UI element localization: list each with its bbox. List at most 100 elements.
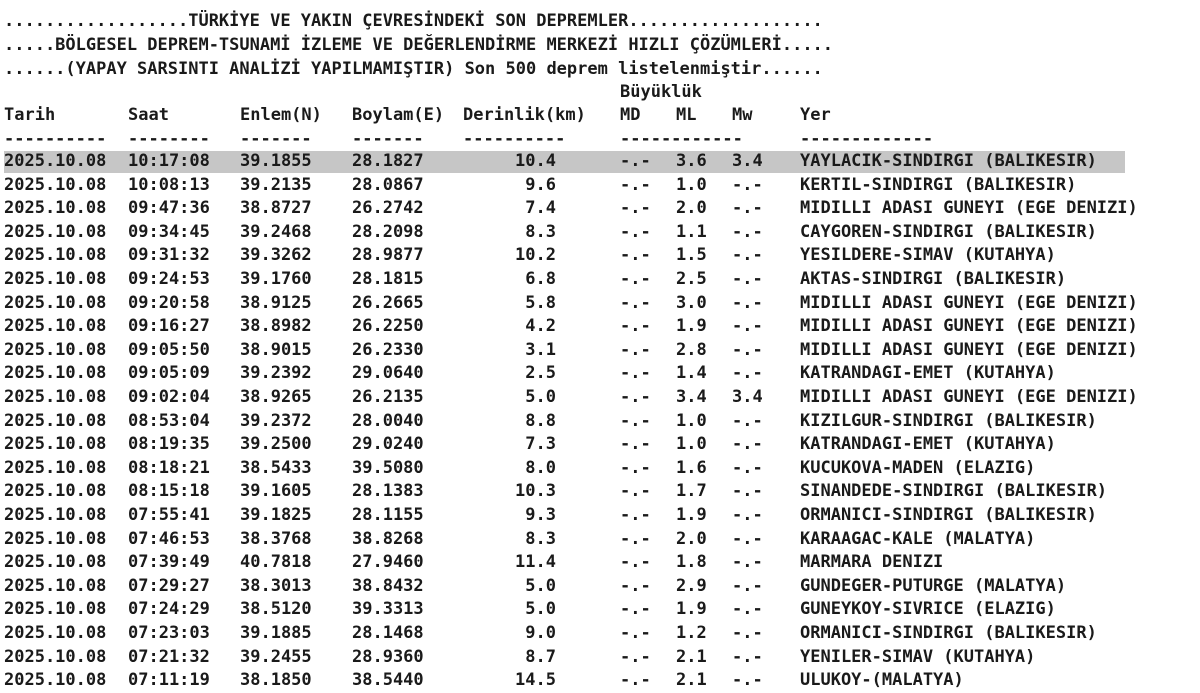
cell-md: -.-: [620, 481, 651, 502]
cell-saat: 07:23:03: [128, 623, 210, 643]
cell-boylam: 26.2330: [352, 339, 424, 360]
cell-tarih: 2025.10.08: [4, 481, 107, 502]
cell-yer: KIZILGUR-SINDIRGI (BALIKESIR): [800, 410, 1097, 431]
cell-derinlik: 8.7: [525, 646, 556, 667]
separator-boylam: -------: [352, 129, 424, 149]
table-row[interactable]: 2025.10.08 09:02:04 38.9265 26.2135 5.0 -.- 3.…: [0, 386, 1200, 410]
cell-ml: 2.0: [676, 528, 707, 549]
table-row[interactable]: 2025.10.08 08:18:21 38.5433 39.5080 8.0 -.- 1.…: [0, 457, 1200, 481]
cell-md: -.-: [620, 292, 651, 313]
table-row[interactable]: 2025.10.08 07:39:49 40.7818 27.9460 11.4 -.- 1…: [0, 551, 1200, 575]
table-row[interactable]: 2025.10.08 09:47:36 38.8727 26.2742 7.4 -.- 2.…: [0, 197, 1200, 221]
separator-enlem: -------: [240, 129, 312, 149]
cell-mw: -.-: [732, 575, 763, 596]
cell-enlem: 39.2372: [240, 410, 312, 431]
table-row[interactable]: 2025.10.08 09:16:27 38.8982 26.2250 4.2 -.- 1.…: [0, 315, 1200, 339]
cell-saat: 09:16:27: [128, 316, 210, 337]
cell-derinlik: 10.2: [515, 245, 556, 266]
header-saat: Saat: [128, 105, 169, 125]
cell-ml: 1.5: [676, 245, 707, 266]
table-row[interactable]: 2025.10.08 07:46:53 38.3768 38.8268 8.3 -.- 2.…: [0, 528, 1200, 552]
cell-mw: -.-: [732, 269, 763, 289]
cell-derinlik: 3.1: [525, 339, 556, 360]
cell-boylam: 28.1155: [352, 505, 424, 525]
cell-tarih: 2025.10.08: [4, 292, 107, 313]
cell-tarih: 2025.10.08: [4, 599, 107, 620]
header-md: MD: [620, 105, 641, 125]
table-row[interactable]: 2025.10.08 07:11:19 38.1850 38.5440 14.5 -.- 2…: [0, 669, 1200, 693]
cell-mw: -.-: [732, 363, 763, 384]
cell-enlem: 38.8727: [240, 198, 312, 219]
cell-boylam: 29.0240: [352, 434, 424, 455]
cell-tarih: 2025.10.08: [4, 552, 107, 573]
cell-mw: -.-: [732, 221, 763, 242]
cell-md: -.-: [620, 387, 651, 407]
table-row[interactable]: 2025.10.08 09:05:50 38.9015 26.2330 3.1 -.- 2.…: [0, 339, 1200, 363]
cell-derinlik: 8.3: [525, 221, 556, 242]
table-row[interactable]: 2025.10.08 09:24:53 39.1760 28.1815 6.8 -.- 2.…: [0, 268, 1200, 292]
table-row[interactable]: 2025.10.08 07:55:41 39.1825 28.1155 9.3 -.- 1.…: [0, 504, 1200, 528]
header-derinlik: Derinlik(km): [463, 105, 586, 125]
cell-saat: 07:11:19: [128, 670, 210, 691]
cell-ml: 1.7: [676, 481, 707, 502]
cell-yer: GUNDEGER-PUTURGE (MALATYA): [800, 575, 1067, 596]
cell-yer: MIDILLI ADASI GUNEYI (EGE DENIZI): [800, 316, 1138, 337]
cell-yer: MIDILLI ADASI GUNEYI (EGE DENIZI): [800, 292, 1138, 313]
cell-tarih: 2025.10.08: [4, 387, 107, 407]
separator-derinlik: ----------: [463, 129, 566, 149]
table-row[interactable]: 2025.10.08 10:08:13 39.2135 28.0867 9.6 -.- 1.…: [0, 174, 1200, 198]
cell-tarih: 2025.10.08: [4, 575, 107, 596]
cell-saat: 07:24:29: [128, 599, 210, 620]
cell-mw: 3.4: [732, 387, 763, 407]
table-row[interactable]: 2025.10.08 08:19:35 39.2500 29.0240 7.3 -.- 1.…: [0, 433, 1200, 457]
table-row[interactable]: 2025.10.08 07:23:03 39.1885 28.1468 9.0 -.- 1.…: [0, 622, 1200, 646]
cell-yer: AKTAS-SINDIRGI (BALIKESIR): [800, 269, 1067, 289]
cell-ml: 1.0: [676, 434, 707, 455]
cell-boylam: 28.1468: [352, 623, 424, 643]
table-row[interactable]: 2025.10.08 08:15:18 39.1605 28.1383 10.3 -.- 1…: [0, 480, 1200, 504]
cell-enlem: 38.3013: [240, 575, 312, 596]
cell-boylam: 28.0040: [352, 410, 424, 431]
cell-boylam: 38.8268: [352, 528, 424, 549]
cell-yer: MARMARA DENIZI: [800, 552, 944, 573]
cell-md: -.-: [620, 151, 651, 171]
cell-mw: -.-: [732, 434, 763, 455]
cell-tarih: 2025.10.08: [4, 646, 107, 667]
cell-enlem: 39.3262: [240, 245, 312, 266]
table-row[interactable]: 2025.10.08 09:20:58 38.9125 26.2665 5.8 -.- 3.…: [0, 292, 1200, 316]
cell-derinlik: 8.0: [525, 457, 556, 478]
cell-md: -.-: [620, 316, 651, 337]
table-row[interactable]: 2025.10.08 09:31:32 39.3262 28.9877 10.2 -.- 1…: [0, 244, 1200, 268]
table-row[interactable]: 2025.10.08 07:21:32 39.2455 28.9360 8.7 -.- 2.…: [0, 646, 1200, 670]
cell-mw: -.-: [732, 245, 763, 266]
table-row[interactable]: 2025.10.08 10:17:08 39.1855 28.1827 10.4 -.- 3…: [0, 150, 1200, 174]
cell-boylam: 39.5080: [352, 457, 424, 478]
table-row[interactable]: 2025.10.08 07:29:27 38.3013 38.8432 5.0 -.- 2.…: [0, 575, 1200, 599]
cell-mw: -.-: [732, 339, 763, 360]
cell-md: -.-: [620, 198, 651, 219]
cell-enlem: 39.1605: [240, 481, 312, 502]
cell-tarih: 2025.10.08: [4, 245, 107, 266]
cell-derinlik: 4.2: [525, 316, 556, 337]
separator-magnitude: ------------: [620, 129, 743, 149]
cell-ml: 2.1: [676, 646, 707, 667]
cell-md: -.-: [620, 339, 651, 360]
cell-derinlik: 7.4: [525, 198, 556, 219]
title-line: ..................TÜRKİYE VE YAKIN ÇEVRE…: [4, 11, 823, 31]
cell-ml: 1.0: [676, 410, 707, 431]
table-row[interactable]: 2025.10.08 09:05:09 39.2392 29.0640 2.5 -.- 1.…: [0, 362, 1200, 386]
cell-ml: 2.1: [676, 670, 707, 691]
header-yer: Yer: [800, 105, 831, 125]
cell-tarih: 2025.10.08: [4, 151, 107, 171]
cell-ml: 1.6: [676, 457, 707, 478]
cell-derinlik: 9.3: [525, 505, 556, 525]
table-row[interactable]: 2025.10.08 07:24:29 38.5120 39.3313 5.0 -.- 1.…: [0, 598, 1200, 622]
cell-boylam: 28.1827: [352, 151, 424, 171]
cell-boylam: 26.2250: [352, 316, 424, 337]
cell-tarih: 2025.10.08: [4, 670, 107, 691]
cell-md: -.-: [620, 410, 651, 431]
cell-boylam: 38.5440: [352, 670, 424, 691]
cell-enlem: 39.2468: [240, 221, 312, 242]
table-row[interactable]: 2025.10.08 08:53:04 39.2372 28.0040 8.8 -.- 1.…: [0, 410, 1200, 434]
table-row[interactable]: 2025.10.08 09:34:45 39.2468 28.2098 8.3 -.- 1.…: [0, 221, 1200, 245]
